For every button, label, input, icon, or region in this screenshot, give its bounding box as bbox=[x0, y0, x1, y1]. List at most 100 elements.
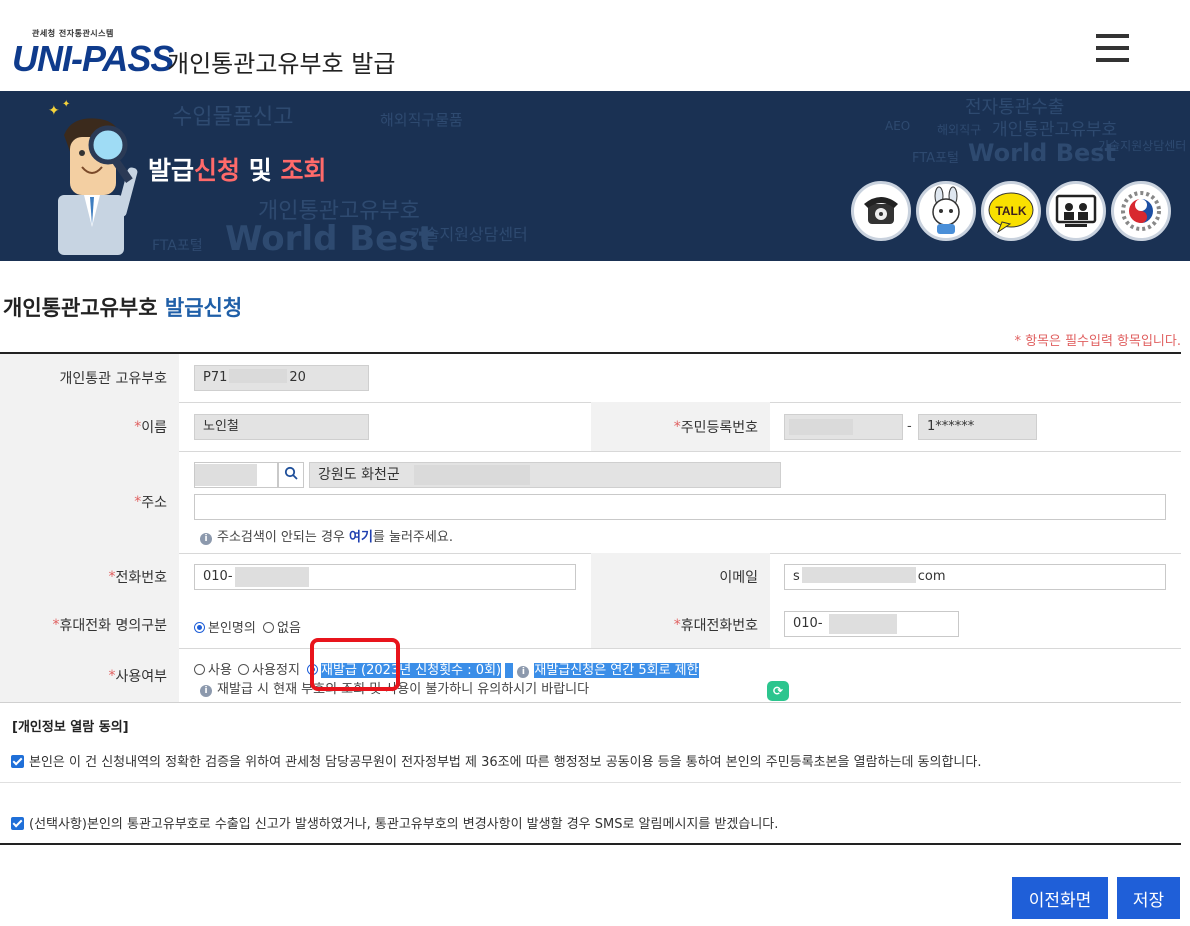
mobile-owner-none-label[interactable]: 없음 bbox=[277, 621, 301, 636]
mobile-label-text: 휴대전화번호 bbox=[680, 617, 758, 634]
mobile-owner-self-label[interactable]: 본인명의 bbox=[208, 621, 256, 636]
usage-suspend-label[interactable]: 사용정지 bbox=[252, 663, 300, 678]
phone-label: * 전화번호 bbox=[0, 553, 179, 601]
banner-bg-word: FTA포털 bbox=[912, 151, 959, 166]
consent-2-checkbox[interactable] bbox=[11, 817, 24, 830]
form-row-address: * 주소 강원도 화천군 i 주소검색이 안되는 경우 여기를 눌러주세요. bbox=[0, 451, 1181, 554]
address-help-text: 를 눌러주세요. bbox=[372, 530, 453, 545]
form-row-phone: * 전화번호 010- 이메일 s com bbox=[0, 553, 1181, 601]
mobile-owner-self-radio[interactable] bbox=[194, 622, 205, 633]
page-title-highlight: 발급신청 bbox=[164, 296, 243, 320]
banner-bg-word: 해외직구물품 bbox=[380, 111, 463, 129]
floating-assistant-icon[interactable]: ⟳ bbox=[767, 681, 789, 701]
government-emblem-icon[interactable] bbox=[1111, 181, 1171, 241]
consent-1-checkbox[interactable] bbox=[11, 755, 24, 768]
code-field: P71 20 bbox=[194, 365, 369, 391]
divider bbox=[0, 843, 1181, 845]
banner-bg-word: FTA포털 bbox=[152, 238, 203, 254]
rrn-separator: - bbox=[907, 419, 912, 434]
banner-title-part: 발급 bbox=[148, 156, 195, 185]
banner-bg-word: 기술지원상담센터 bbox=[410, 225, 528, 244]
name-label-text: 이름 bbox=[141, 419, 167, 436]
email-field[interactable]: s com bbox=[784, 564, 1166, 590]
consent-title: [개인정보 열람 동의] bbox=[12, 720, 129, 735]
usage-suspend-radio[interactable] bbox=[238, 664, 250, 675]
zipcode-field[interactable] bbox=[194, 462, 278, 488]
name-label: * 이름 bbox=[0, 402, 179, 451]
mobile-owner-label-text: 휴대전화 명의구분 bbox=[59, 617, 168, 634]
mobile-owner-none-radio[interactable] bbox=[262, 622, 274, 633]
masked-area bbox=[789, 419, 853, 435]
magnifier-person-illustration: ✦ ✦ bbox=[48, 99, 138, 255]
application-form: 개인통관 고유부호 P71 20 * 이름 노인철 * 주민등록번호 - 1*****… bbox=[0, 352, 1181, 703]
search-icon bbox=[284, 466, 298, 480]
prev-button[interactable]: 이전화면 bbox=[1012, 877, 1108, 919]
info-icon: i bbox=[200, 685, 212, 697]
code-label: 개인통관 고유부호 bbox=[0, 354, 179, 402]
svg-text:✦: ✦ bbox=[62, 99, 70, 110]
masked-area bbox=[229, 369, 288, 383]
remote-support-icon[interactable] bbox=[1046, 181, 1106, 241]
name-field: 노인철 bbox=[194, 414, 369, 440]
highlight-annotation bbox=[310, 638, 400, 691]
address-line1-field: 강원도 화천군 bbox=[309, 462, 781, 488]
mobile-value: 010- bbox=[793, 616, 823, 631]
unipass-logo[interactable]: UNI-PASS bbox=[12, 38, 174, 80]
banner-title: 발급신청 및 조회 bbox=[148, 151, 326, 187]
usage-label-text: 사용여부 bbox=[115, 668, 167, 685]
top-bar: 관세청 전자통관시스템 UNI-PASS 개인통관고유부호 발급 bbox=[0, 0, 1190, 90]
masked-area bbox=[801, 567, 916, 583]
banner-bg-word: 해외직구 bbox=[937, 123, 982, 137]
masked-area bbox=[829, 614, 897, 634]
banner-title-highlight: 신청 bbox=[194, 156, 241, 185]
usage-active-radio[interactable] bbox=[194, 664, 205, 675]
page-title: 개인통관고유부호 발급신청 bbox=[3, 292, 242, 322]
consent-item-1: 본인은 이 건 신청내역의 정확한 검증을 위하여 관세청 담당공무원이 전자정… bbox=[11, 751, 981, 770]
address-help-text: 주소검색이 안되는 경우 bbox=[217, 530, 349, 545]
mobile-field[interactable]: 010- bbox=[784, 611, 959, 637]
phone-label-text: 전화번호 bbox=[115, 570, 167, 586]
mobile-owner-label: * 휴대전화 명의구분 bbox=[0, 601, 179, 648]
divider bbox=[0, 702, 1181, 703]
required-note: * 항목은 필수입력 항목입니다. bbox=[1014, 334, 1181, 349]
banner-bg-word: World Best bbox=[225, 219, 435, 259]
form-row-mobile: * 휴대전화 명의구분 본인명의 없음 * 휴대전화번호 010- bbox=[0, 601, 1181, 649]
usage-help-text: 재발급 시 현재 부호의 조회 및 사용이 불가하니 유의하시기 바랍니다 bbox=[217, 682, 590, 697]
consent-1-text[interactable]: 본인은 이 건 신청내역의 정확한 검증을 위하여 관세청 담당공무원이 전자정… bbox=[29, 755, 981, 770]
banner-bg-word: 기술지원상담센터 bbox=[1098, 139, 1187, 153]
consent-item-2: (선택사항)본인의 통관고유부호로 수출입 신고가 발생하였거나, 통관고유부호… bbox=[11, 813, 778, 832]
code-value-prefix: P71 bbox=[203, 370, 228, 385]
mobile-label: * 휴대전화번호 bbox=[591, 601, 770, 648]
consent-2-text[interactable]: (선택사항)본인의 통관고유부호로 수출입 신고가 발생하였거나, 통관고유부호… bbox=[29, 817, 778, 832]
banner-bg-word: AEO bbox=[885, 119, 911, 133]
banner: 수입물품신고 해외직구물품 전자통관수출 개인통관고유부호 World Best… bbox=[0, 91, 1190, 261]
address-help: i 주소검색이 안되는 경우 여기를 눌러주세요. bbox=[200, 526, 453, 545]
svg-text:✦: ✦ bbox=[48, 103, 60, 119]
address-label: * 주소 bbox=[0, 451, 179, 553]
form-row-code: 개인통관 고유부호 P71 20 bbox=[0, 354, 1181, 403]
banner-title-highlight: 조회 bbox=[280, 156, 327, 185]
email-label: 이메일 bbox=[591, 553, 770, 601]
phone-field[interactable]: 010- bbox=[194, 564, 576, 590]
masked-area bbox=[235, 567, 309, 587]
masked-area bbox=[195, 464, 257, 486]
page-title-main: 개인통관고유부호 bbox=[3, 296, 158, 320]
kakao-talk-icon[interactable]: TALK bbox=[981, 181, 1041, 241]
rrn-front-field bbox=[784, 414, 903, 440]
usage-active-label[interactable]: 사용 bbox=[208, 663, 232, 678]
address-line1-value: 강원도 화천군 bbox=[318, 467, 400, 483]
rrn-back-field: 1****** bbox=[918, 414, 1037, 440]
address-line2-field[interactable] bbox=[194, 494, 1166, 520]
telephone-icon[interactable] bbox=[851, 181, 911, 241]
address-label-text: 주소 bbox=[141, 495, 167, 511]
masked-area bbox=[414, 465, 530, 485]
info-icon: i bbox=[200, 533, 212, 545]
code-value-suffix: 20 bbox=[289, 370, 306, 385]
address-search-button[interactable] bbox=[278, 462, 304, 488]
save-button[interactable]: 저장 bbox=[1117, 877, 1180, 919]
hamburger-menu-icon[interactable] bbox=[1096, 34, 1129, 66]
address-help-link[interactable]: 여기 bbox=[349, 530, 373, 545]
usage-label: * 사용여부 bbox=[0, 648, 179, 703]
chatbot-icon[interactable] bbox=[916, 181, 976, 241]
banner-bg-word: 수입물품신고 bbox=[172, 105, 294, 130]
